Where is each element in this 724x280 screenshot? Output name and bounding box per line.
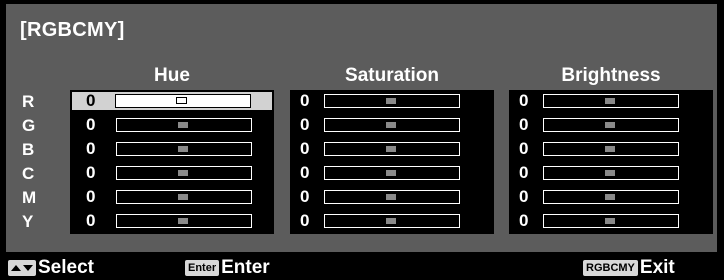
slider-knob[interactable] — [178, 122, 188, 128]
hue-c-slider[interactable] — [116, 166, 252, 180]
saturation-y-cell[interactable]: 0 — [292, 212, 492, 230]
slider-knob[interactable] — [386, 146, 396, 152]
slider-knob[interactable] — [386, 218, 396, 224]
footer-exit: RGBCMY Exit — [583, 256, 675, 280]
slider-knob[interactable] — [178, 170, 188, 176]
footer-select-label: Select — [38, 257, 94, 278]
slider-knob[interactable] — [605, 122, 615, 128]
hue-y-cell[interactable]: 0 — [72, 212, 272, 230]
footer-enter: Enter Enter — [185, 256, 270, 280]
saturation-b-slider[interactable] — [324, 142, 460, 156]
brightness-b-value: 0 — [519, 139, 529, 158]
saturation-r-slider[interactable] — [324, 94, 460, 108]
row-label-g: G — [22, 116, 36, 135]
column-header-saturation: Saturation — [345, 65, 439, 86]
hue-m-slider[interactable] — [116, 190, 252, 204]
brightness-r-slider[interactable] — [543, 94, 679, 108]
row-label-c: C — [22, 164, 35, 183]
row-label-m: M — [22, 188, 37, 207]
row-label-b: B — [22, 140, 35, 159]
brightness-g-value: 0 — [519, 115, 529, 134]
hue-g-slider[interactable] — [116, 118, 252, 132]
saturation-c-value: 0 — [300, 163, 310, 182]
footer-guide: Select Enter Enter RGBCMY Exit — [0, 256, 724, 280]
saturation-b-value: 0 — [300, 139, 310, 158]
slider-knob[interactable] — [386, 122, 396, 128]
brightness-r-cell[interactable]: 0 — [511, 92, 711, 110]
rgbcmy-panel: [RGBCMY] Hue Saturation Brightness R G B… — [6, 4, 717, 252]
slider-knob[interactable] — [605, 98, 615, 104]
saturation-r-cell[interactable]: 0 — [292, 92, 492, 110]
saturation-m-slider[interactable] — [324, 190, 460, 204]
slider-knob[interactable] — [178, 146, 188, 152]
slider-knob[interactable] — [178, 194, 188, 200]
hue-y-value: 0 — [86, 211, 96, 230]
saturation-b-cell[interactable]: 0 — [292, 140, 492, 158]
column-header-hue: Hue — [154, 65, 190, 86]
brightness-c-slider[interactable] — [543, 166, 679, 180]
footer-exit-label: Exit — [639, 257, 675, 278]
slider-knob[interactable] — [605, 146, 615, 152]
slider-knob[interactable] — [386, 194, 396, 200]
brightness-m-cell[interactable]: 0 — [511, 188, 711, 206]
saturation-m-cell[interactable]: 0 — [292, 188, 492, 206]
row-label-r: R — [22, 92, 35, 111]
brightness-m-value: 0 — [519, 187, 529, 206]
slider-knob[interactable] — [605, 218, 615, 224]
slider-knob[interactable] — [176, 97, 187, 104]
hue-m-cell[interactable]: 0 — [72, 188, 272, 206]
footer-enter-label: Enter — [221, 257, 270, 278]
slider-knob[interactable] — [386, 170, 396, 176]
brightness-b-slider[interactable] — [543, 142, 679, 156]
slider-knob[interactable] — [386, 98, 396, 104]
brightness-m-slider[interactable] — [543, 190, 679, 204]
brightness-g-slider[interactable] — [543, 118, 679, 132]
slider-knob[interactable] — [605, 170, 615, 176]
brightness-y-slider[interactable] — [543, 214, 679, 228]
panel-title: [RGBCMY] — [20, 19, 125, 41]
up-down-arrows-icon — [8, 260, 36, 276]
brightness-r-value: 0 — [519, 91, 529, 110]
rgbcmy-key-badge: RGBCMY — [583, 260, 638, 276]
saturation-g-value: 0 — [300, 115, 310, 134]
saturation-y-slider[interactable] — [324, 214, 460, 228]
brightness-c-value: 0 — [519, 163, 529, 182]
saturation-g-cell[interactable]: 0 — [292, 116, 492, 134]
enter-key-badge: Enter — [185, 260, 220, 276]
brightness-c-cell[interactable]: 0 — [511, 164, 711, 182]
hue-g-value: 0 — [86, 115, 96, 134]
slider-knob[interactable] — [605, 194, 615, 200]
column-header-brightness: Brightness — [561, 65, 661, 86]
brightness-g-cell[interactable]: 0 — [511, 116, 711, 134]
saturation-c-slider[interactable] — [324, 166, 460, 180]
brightness-b-cell[interactable]: 0 — [511, 140, 711, 158]
footer-select: Select — [8, 256, 94, 280]
hue-r-slider[interactable] — [115, 94, 251, 108]
saturation-c-cell[interactable]: 0 — [292, 164, 492, 182]
hue-y-slider[interactable] — [116, 214, 252, 228]
row-label-y: Y — [22, 212, 34, 231]
hue-r-value: 0 — [86, 91, 96, 110]
saturation-r-value: 0 — [300, 91, 310, 110]
hue-b-value: 0 — [86, 139, 96, 158]
slider-knob[interactable] — [178, 218, 188, 224]
saturation-m-value: 0 — [300, 187, 310, 206]
hue-r-cell[interactable]: 0 — [72, 92, 272, 110]
hue-c-cell[interactable]: 0 — [72, 164, 272, 182]
hue-m-value: 0 — [86, 187, 96, 206]
brightness-y-value: 0 — [519, 211, 529, 230]
saturation-y-value: 0 — [300, 211, 310, 230]
hue-g-cell[interactable]: 0 — [72, 116, 272, 134]
saturation-g-slider[interactable] — [324, 118, 460, 132]
hue-b-cell[interactable]: 0 — [72, 140, 272, 158]
brightness-y-cell[interactable]: 0 — [511, 212, 711, 230]
hue-b-slider[interactable] — [116, 142, 252, 156]
hue-c-value: 0 — [86, 163, 96, 182]
